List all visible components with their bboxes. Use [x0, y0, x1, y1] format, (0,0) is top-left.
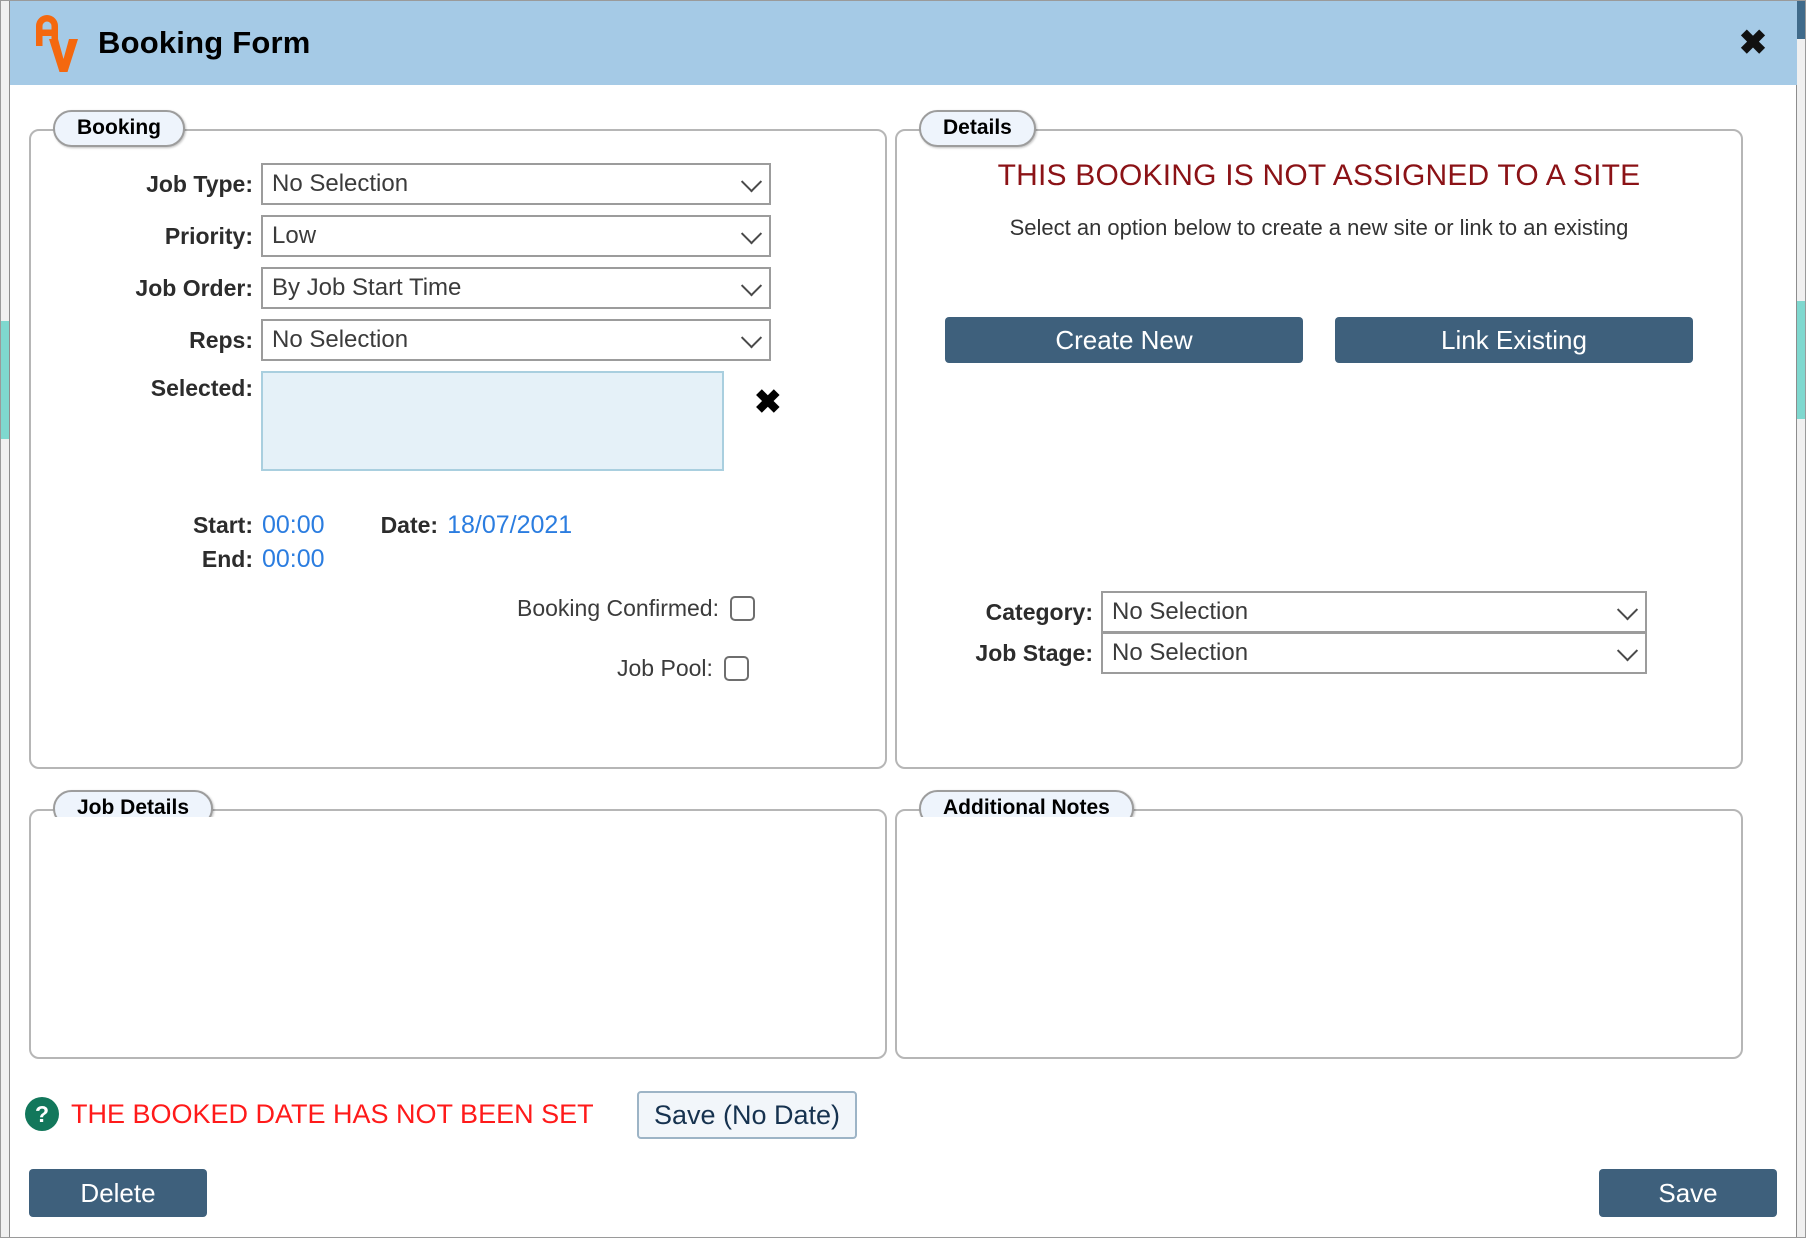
booking-confirmed-row: Booking Confirmed:: [517, 595, 755, 622]
field-row-job-stage: Job Stage: No Selection: [897, 632, 1717, 674]
reps-select[interactable]: No Selection: [261, 319, 771, 361]
end-time-row: End: 00:00: [31, 545, 325, 574]
job-details-panel: Job Details: [29, 790, 887, 1059]
start-time-row: Start: 00:00 Date: 18/07/2021: [31, 511, 572, 540]
edge-marker-dark: [1797, 1, 1805, 39]
reps-label: Reps:: [189, 326, 253, 353]
date-value[interactable]: 18/07/2021: [447, 511, 572, 540]
priority-label: Priority:: [164, 222, 253, 249]
job-pool-checkbox[interactable]: [723, 656, 749, 681]
job-details-textarea[interactable]: [35, 817, 881, 1051]
av-logo-icon: [32, 12, 78, 74]
booking-panel: Booking Job Type: No Selection Priority:…: [29, 110, 887, 769]
field-row-job-order: Job Order: By Job Start Time: [31, 267, 773, 309]
priority-select[interactable]: Low: [261, 215, 771, 257]
chevron-down-icon: [740, 275, 763, 297]
additional-notes-panel: Additional Notes: [895, 790, 1743, 1059]
chevron-down-icon: [1616, 599, 1639, 621]
job-type-select[interactable]: No Selection: [261, 163, 771, 205]
booked-date-warning: THE BOOKED DATE HAS NOT BEEN SET: [71, 1099, 594, 1129]
chevron-down-icon: [740, 327, 763, 349]
details-panel: Details THIS BOOKING IS NOT ASSIGNED TO …: [895, 110, 1743, 769]
help-question-icon[interactable]: ?: [25, 1097, 59, 1131]
save-button[interactable]: Save: [1599, 1169, 1777, 1217]
create-new-button[interactable]: Create New: [945, 317, 1303, 363]
field-row-job-type: Job Type: No Selection: [31, 163, 773, 205]
job-order-value: By Job Start Time: [272, 274, 462, 301]
additional-notes-textarea[interactable]: [901, 817, 1737, 1051]
title-bar: Booking Form ✖: [10, 1, 1797, 85]
field-row-priority: Priority: Low: [31, 215, 773, 257]
selected-textarea[interactable]: [261, 371, 724, 471]
site-warning-title: THIS BOOKING IS NOT ASSIGNED TO A SITE: [997, 159, 1641, 192]
left-edge-strip: [1, 1, 10, 1237]
selected-label: Selected:: [150, 375, 253, 401]
chevron-down-icon: [740, 223, 763, 245]
right-edge-scrollbar[interactable]: [1796, 1, 1805, 1237]
clear-x-icon[interactable]: ✖: [754, 385, 782, 418]
job-stage-label: Job Stage:: [975, 639, 1093, 666]
start-label: Start:: [192, 512, 253, 538]
job-pool-row: Job Pool:: [617, 655, 749, 682]
job-pool-label: Job Pool:: [617, 655, 713, 681]
delete-button[interactable]: Delete: [29, 1169, 207, 1217]
save-no-date-button[interactable]: Save (No Date): [637, 1091, 857, 1139]
chevron-down-icon: [1616, 640, 1639, 662]
edge-marker: [1, 321, 9, 439]
edge-marker: [1797, 301, 1805, 419]
job-type-label: Job Type:: [146, 170, 253, 197]
start-time-value[interactable]: 00:00: [262, 511, 325, 540]
field-row-category: Category: No Selection: [897, 591, 1717, 633]
job-type-value: No Selection: [272, 170, 409, 197]
job-order-label: Job Order:: [135, 274, 253, 301]
chevron-down-icon: [740, 171, 763, 193]
booking-form-window: Booking Form ✖ Booking Job Type: No Sele…: [0, 0, 1806, 1238]
job-stage-select[interactable]: No Selection: [1101, 632, 1647, 674]
window-title: Booking Form: [98, 25, 311, 60]
category-label: Category:: [985, 598, 1093, 625]
date-label: Date:: [380, 512, 439, 538]
details-panel-legend: Details: [919, 110, 1036, 147]
job-order-select[interactable]: By Job Start Time: [261, 267, 771, 309]
booking-confirmed-label: Booking Confirmed:: [517, 595, 719, 621]
site-warning-subtitle: Select an option below to create a new s…: [1009, 215, 1629, 240]
priority-value: Low: [272, 222, 317, 249]
reps-value: No Selection: [272, 326, 409, 353]
job-stage-value: No Selection: [1112, 639, 1249, 666]
booking-panel-legend: Booking: [53, 110, 185, 147]
category-value: No Selection: [1112, 598, 1249, 625]
field-row-reps: Reps: No Selection: [31, 319, 773, 361]
close-icon[interactable]: ✖: [1733, 23, 1773, 63]
link-existing-button[interactable]: Link Existing: [1335, 317, 1693, 363]
end-label: End:: [201, 546, 253, 572]
booking-confirmed-checkbox[interactable]: [730, 596, 755, 621]
end-time-value[interactable]: 00:00: [262, 545, 325, 574]
category-select[interactable]: No Selection: [1101, 591, 1647, 633]
